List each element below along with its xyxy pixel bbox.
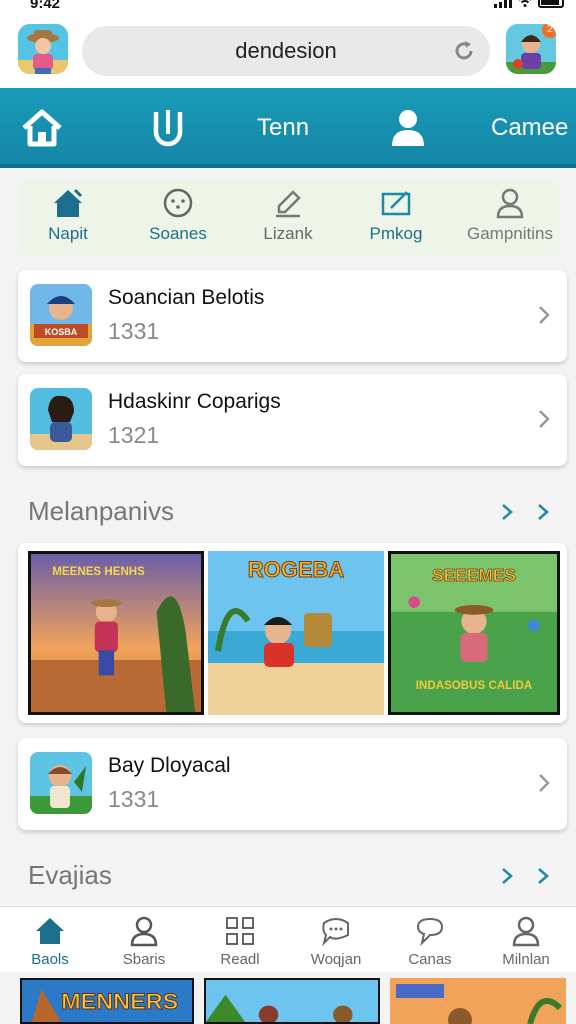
bottom-nav-milnlan[interactable]: Milnlan [478, 915, 574, 968]
home-icon [54, 188, 83, 217]
gallery-item[interactable]: SEEEMES INDASOBUS CALIDA [388, 551, 560, 715]
category-napit[interactable]: Napit [14, 186, 122, 244]
top-bar: dendesion 2 [0, 14, 576, 88]
search-bar[interactable]: dendesion [82, 26, 490, 76]
list-item[interactable]: KOSBA Soancian Belotis 1331 [18, 270, 567, 362]
bottom-nav-label: Milnlan [502, 951, 550, 968]
bottom-nav-label: Canas [408, 951, 452, 968]
status-bar: 9:42 [0, 0, 576, 14]
gallery-caption: SEEEMES [432, 565, 516, 585]
bottom-nav-baols[interactable]: Baols [2, 915, 98, 968]
gallery-caption: ROGEBA [248, 557, 345, 582]
magnet-icon [153, 110, 183, 147]
category-label: Pmkog [369, 224, 423, 243]
list-item-count: 1331 [108, 786, 160, 812]
nav-tenn-label: Tenn [257, 114, 310, 141]
chevron-right-icon[interactable] [500, 866, 514, 886]
game-thumbnail [30, 388, 92, 450]
category-label: Napit [48, 224, 88, 243]
list-item-title: Soancian Belotis [108, 286, 265, 309]
bottom-nav-label: Baols [31, 951, 69, 968]
gallery-item[interactable]: MEENES HENHS [28, 551, 204, 715]
bottom-game-thumbnail[interactable] [390, 978, 566, 1024]
section-title: Melanpanivs [28, 496, 174, 526]
list-item-title: Hdaskinr Coparigs [108, 390, 281, 413]
bottom-nav: Baols Sbaris Readl Woqjan Canas Milnlan [0, 906, 576, 972]
smile-icon [163, 188, 193, 218]
bottom-game-thumbnail[interactable]: MENNERS [20, 978, 194, 1024]
list-item[interactable]: Hdaskinr Coparigs 1321 [18, 374, 567, 466]
nav-games[interactable]: Camee [491, 88, 568, 168]
bottom-game-thumbnail[interactable] [204, 978, 380, 1024]
chevron-right-icon[interactable] [536, 502, 550, 522]
person-icon [496, 188, 524, 219]
nav-profile[interactable] [388, 88, 428, 168]
main-nav: Tenn Camee [0, 88, 576, 168]
chat-icon [322, 918, 349, 947]
person-icon [392, 110, 424, 146]
category-label: Soanes [149, 224, 207, 243]
list-item-count: 1321 [108, 422, 160, 448]
chevron-right-icon [539, 410, 550, 428]
thumbnail-caption: KOSBA [45, 327, 78, 337]
bottom-nav-label: Woqjan [310, 951, 362, 968]
bottom-nav-woqjan[interactable]: Woqjan [288, 915, 384, 968]
edit-icon [381, 191, 411, 216]
home-icon [22, 109, 62, 147]
section-title: Evajias [28, 860, 112, 890]
category-label: Gampnitins [467, 224, 553, 243]
game-thumbnail: KOSBA [30, 284, 92, 346]
pencil-icon [276, 190, 301, 218]
game-thumbnail [30, 752, 92, 814]
status-icons [494, 0, 564, 8]
home-icon [36, 918, 64, 944]
bottom-nav-readl[interactable]: Readl [192, 915, 288, 968]
category-gampnitins[interactable]: Gampnitins [456, 186, 564, 244]
list-item[interactable]: Bay Dloyacal 1331 [18, 738, 567, 830]
bottom-nav-label: Sbaris [122, 951, 166, 968]
category-label: Lizank [263, 224, 313, 243]
chevron-right-icon [539, 306, 550, 324]
game-avatar[interactable]: 2 [506, 24, 556, 74]
explorer-avatar-icon [18, 24, 68, 74]
chevron-right-icon[interactable] [500, 502, 514, 522]
wifi-icon [519, 0, 531, 7]
nav-games-label: Camee [491, 114, 569, 141]
bottom-nav-sbaris[interactable]: Sbaris [96, 915, 192, 968]
category-bar: Napit Soanes Lizank Pmkog Gampnitins [18, 180, 560, 256]
bottom-thumbnail-caption: MENNERS [61, 989, 178, 1014]
nav-magnet[interactable] [148, 88, 188, 168]
person-icon [130, 916, 158, 947]
category-lizank[interactable]: Lizank [234, 186, 342, 244]
refresh-icon[interactable] [452, 39, 476, 63]
featured-gallery: MEENES HENHS ROGEBA SEEEMES INDASOBUS CA… [18, 543, 567, 723]
battery-icon [538, 0, 564, 8]
gallery-subcaption: INDASOBUS CALIDA [416, 680, 533, 692]
bottom-nav-canas[interactable]: Canas [382, 915, 478, 968]
nav-home[interactable] [20, 88, 64, 168]
signal-icon [494, 0, 512, 8]
status-time: 9:42 [30, 0, 61, 12]
search-text: dendesion [235, 38, 337, 63]
profile-avatar[interactable] [18, 24, 68, 74]
category-pmkog[interactable]: Pmkog [342, 186, 450, 244]
category-soanes[interactable]: Soanes [124, 186, 232, 244]
chevron-right-icon [539, 774, 550, 792]
grid-icon [226, 917, 254, 945]
notification-badge: 2 [542, 24, 556, 38]
nav-tenn[interactable]: Tenn [257, 88, 309, 168]
person-icon [512, 916, 540, 947]
chevron-right-icon[interactable] [536, 866, 550, 886]
speech-icon [416, 917, 444, 947]
bottom-nav-label: Readl [220, 951, 260, 968]
gallery-caption: MEENES HENHS [52, 566, 145, 578]
list-item-title: Bay Dloyacal [108, 754, 231, 777]
gallery-item[interactable]: ROGEBA [208, 551, 384, 715]
list-item-count: 1331 [108, 318, 160, 344]
